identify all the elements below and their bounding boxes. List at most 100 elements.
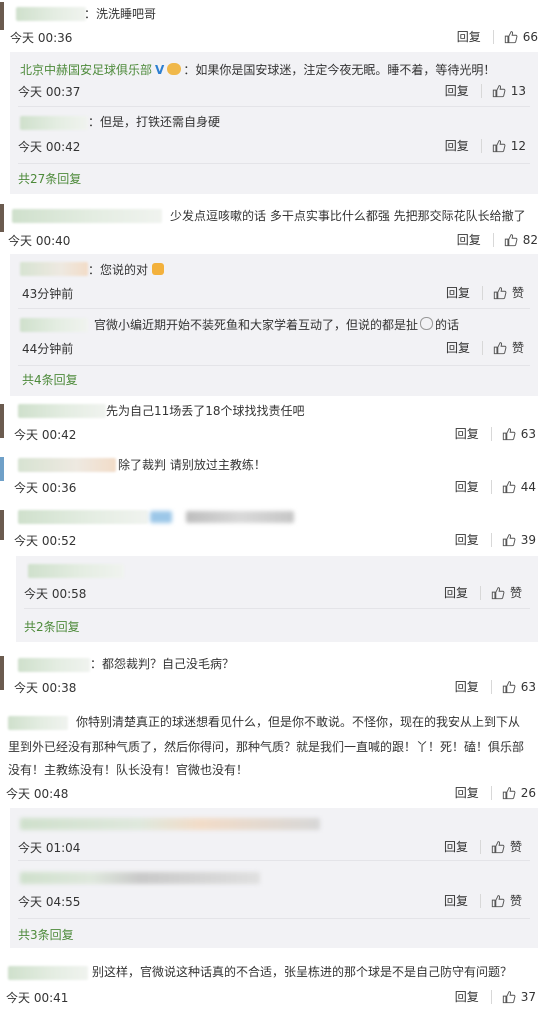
avatar[interactable]: [0, 510, 4, 540]
comment-text: 别这样，官微说这种话真的不合适，张呈栋进的那个球是不是自己防守有问题？: [92, 965, 513, 979]
reply-text: 北京中赫国安足球俱乐部 V ：如果你是国安球迷，注定今夜无眠。睡不着，等待光明！: [20, 62, 495, 78]
like-count: 63: [520, 679, 536, 694]
reply-actions: 回复 赞: [446, 339, 524, 356]
like-label: 赞: [511, 341, 524, 355]
username-blurred[interactable]: [16, 7, 86, 21]
reply-button[interactable]: 回复: [455, 678, 479, 695]
reply-item: 官微小编近期开始不装死鱼和大家学着互动了，但说的都是扯 的话 44分钟前 回复 赞: [10, 310, 538, 362]
reply-button[interactable]: 回复: [444, 584, 468, 601]
reply-button[interactable]: 回复: [457, 28, 481, 45]
thumbs-up-icon[interactable]: [493, 341, 507, 355]
username-blurred[interactable]: [18, 404, 106, 418]
reply-button[interactable]: 回复: [446, 339, 470, 356]
reply-button[interactable]: 回复: [445, 82, 469, 99]
divider: [18, 308, 530, 309]
username-blurred[interactable]: [28, 564, 124, 578]
reply-button[interactable]: 回复: [457, 231, 481, 248]
comment-actions: 回复 82: [457, 231, 538, 248]
reply-content: ：您说的对: [88, 263, 149, 277]
divider: [24, 608, 530, 609]
thumbs-up-icon[interactable]: [504, 30, 518, 44]
reply-username[interactable]: 北京中赫国安足球俱乐部: [20, 63, 152, 77]
blurred-content: [186, 511, 294, 523]
thumbs-up-icon[interactable]: [502, 480, 516, 494]
username-blurred[interactable]: [12, 209, 162, 223]
like-count: 66: [522, 29, 538, 44]
divider: [490, 989, 492, 1004]
thumbs-up-icon[interactable]: [491, 586, 505, 600]
avatar[interactable]: [0, 404, 4, 438]
username-blurred[interactable]: [8, 716, 68, 730]
username-blurred[interactable]: [8, 966, 88, 980]
avatar[interactable]: [0, 204, 4, 232]
thumbs-up-icon[interactable]: [504, 233, 518, 247]
divider: [492, 232, 494, 247]
like-count: 63: [520, 426, 536, 441]
reply-button[interactable]: 回复: [455, 988, 479, 1005]
more-replies-link[interactable]: 共3条回复: [18, 926, 74, 943]
more-replies-link[interactable]: 共27条回复: [18, 170, 81, 187]
username-blurred[interactable]: [20, 318, 88, 332]
comment-actions: 回复 66: [457, 28, 538, 45]
reply-button[interactable]: 回复: [445, 137, 469, 154]
username-blurred[interactable]: [18, 458, 116, 472]
reply-actions: 回复 赞: [444, 584, 522, 601]
thumbs-up-icon[interactable]: [492, 84, 506, 98]
divider: [481, 340, 483, 355]
vip-badge-icon: [167, 63, 182, 75]
thumbs-up-icon[interactable]: [502, 680, 516, 694]
reply-item: 北京中赫国安足球俱乐部 V ：如果你是国安球迷，注定今夜无眠。睡不着，等待光明！ 今…: [10, 52, 538, 104]
reply-button[interactable]: 回复: [455, 531, 479, 548]
comment-actions: 回复 63: [455, 678, 536, 695]
like-label: 赞: [509, 840, 522, 854]
comment-time: 今天 00:36: [14, 481, 77, 495]
reply-button[interactable]: 回复: [446, 284, 470, 301]
comment: 少发点逗咳嗽的话 多干点实事比什么都强 先把那交际花队长给撤了 今天 00:40…: [0, 200, 548, 250]
thumbs-up-icon[interactable]: [493, 286, 507, 300]
thumbs-up-icon[interactable]: [502, 786, 516, 800]
more-replies-link[interactable]: 共4条回复: [22, 371, 78, 388]
thumbs-up-icon[interactable]: [502, 427, 516, 441]
like-count: 82: [522, 232, 538, 247]
comment-text-line2: 里到外已经没有那种气质了，然后你得问，那种气质？就是我们一直喊的跟！丫！死！磕！…: [8, 740, 525, 754]
reply-content-tail: 的话: [435, 318, 460, 332]
emoji-icon: [420, 317, 434, 330]
reply-button[interactable]: 回复: [455, 478, 479, 495]
username-blurred[interactable]: [20, 116, 88, 130]
comment-actions: 回复 63: [455, 425, 536, 442]
reply-button[interactable]: 回复: [444, 892, 468, 909]
thumbs-up-icon[interactable]: [502, 990, 516, 1004]
thumbs-up-icon[interactable]: [492, 139, 506, 153]
divider: [18, 106, 530, 107]
divider: [479, 893, 481, 908]
thumbs-up-icon[interactable]: [502, 533, 516, 547]
comment-time: 今天 00:42: [14, 428, 77, 442]
reply-time: 今天 00:37: [18, 85, 81, 99]
blurred-content: [20, 872, 260, 884]
reply-button[interactable]: 回复: [455, 784, 479, 801]
more-replies-link[interactable]: 共2条回复: [24, 618, 80, 635]
like-label: 赞: [509, 894, 522, 908]
avatar[interactable]: [0, 457, 4, 481]
reply-item: ：您说的对 43分钟前 回复 赞: [10, 254, 538, 306]
reply-button[interactable]: 回复: [455, 425, 479, 442]
username-blurred[interactable]: [18, 510, 148, 524]
reply-time: 今天 04:55: [18, 895, 81, 909]
avatar[interactable]: [0, 2, 4, 30]
reply-item: 今天 00:58 回复 赞: [16, 556, 538, 606]
comment-text-line1: 你特别清楚真正的球迷想看见什么，但是你不敢说。不怪你，现在的我安从上到下从: [76, 715, 521, 729]
divider: [492, 29, 494, 44]
avatar[interactable]: [0, 656, 4, 690]
thumbs-up-icon[interactable]: [491, 840, 505, 854]
reply-button[interactable]: 回复: [444, 838, 468, 855]
thumbs-up-icon[interactable]: [491, 894, 505, 908]
like-label: 赞: [511, 286, 524, 300]
divider: [480, 138, 482, 153]
reply-time: 今天 00:42: [18, 140, 81, 154]
reply-panel: ：您说的对 43分钟前 回复 赞 官微小编近期开始不装死鱼和大家学着互动了，但说…: [10, 254, 538, 396]
divider: [490, 785, 492, 800]
reply-actions: 回复 13: [445, 82, 526, 99]
username-blurred[interactable]: [18, 658, 90, 672]
reply-text: ：但是，打铁还需自身硬: [88, 115, 221, 129]
username-blurred[interactable]: [20, 262, 88, 276]
